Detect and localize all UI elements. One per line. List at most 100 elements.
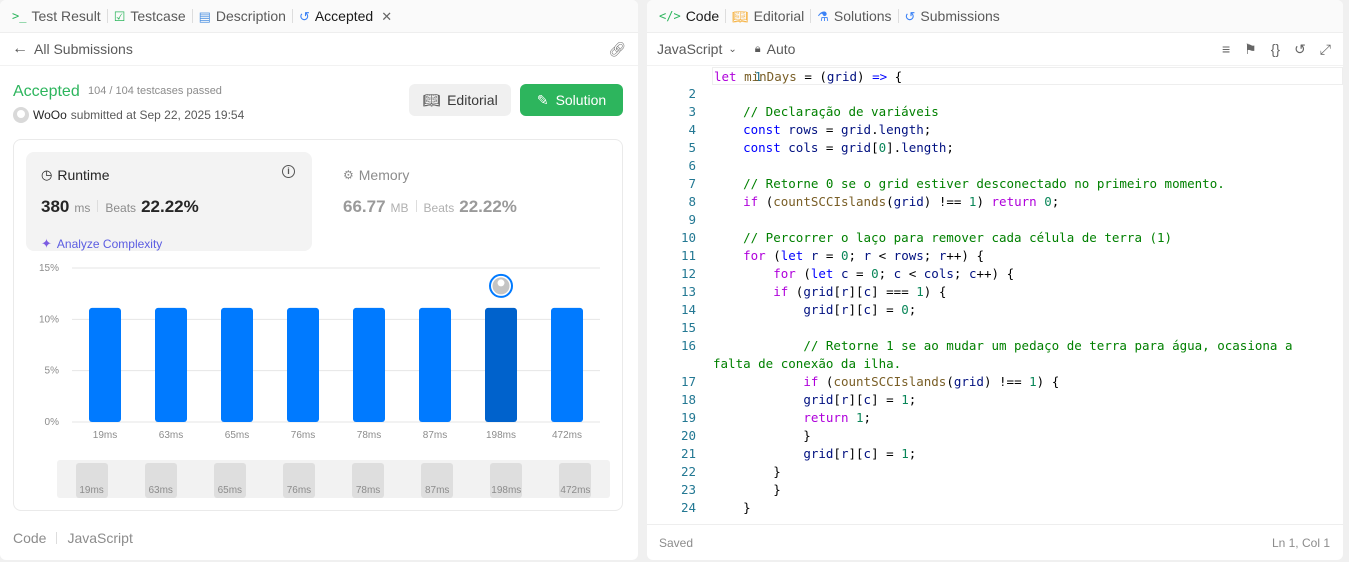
line-number: 10 (680, 230, 696, 245)
code-line: 6 (647, 157, 1343, 175)
tab-submissions[interactable]: ↺ Submissions (899, 8, 1006, 24)
expand-icon[interactable]: ⤢ (1320, 41, 1331, 58)
info-icon[interactable]: i (282, 165, 295, 178)
memory-value-row: 66.77 MB Beats 22.22% (343, 197, 517, 217)
chart-bar[interactable] (485, 307, 517, 422)
check-square-icon: ☑ (113, 8, 126, 24)
memory-label-text: Memory (358, 167, 410, 183)
editor-actions: ≡ ⚑ {} ↺ ⤢ (1222, 41, 1331, 58)
runtime-label: ◷ Runtime (41, 167, 109, 183)
chart-bar[interactable] (353, 307, 385, 422)
runtime-box[interactable]: ◷ Runtime i 380 ms Beats 22.22% ✦ Analyz… (26, 152, 312, 251)
left-footer: Code JavaScript (13, 530, 133, 546)
navigator-label: 198ms (491, 485, 522, 496)
line-number: 16 (680, 338, 696, 353)
tab-accepted[interactable]: ↺ Accepted ✕ (293, 8, 398, 24)
language-select[interactable]: JavaScript ⌄ (657, 41, 737, 57)
code-line: 10 // Percorrer o laço para remover cada… (647, 229, 1343, 247)
close-icon[interactable]: ✕ (381, 10, 392, 23)
code-line: 18 grid[r][c] = 1; (647, 391, 1343, 409)
tab-description[interactable]: ▤ Description (193, 8, 292, 24)
line-number: 2 (688, 86, 696, 101)
code-line: 1 let minDays = (grid) => { (712, 67, 1343, 85)
mode-select[interactable]: 🔒︎ Auto (755, 41, 796, 57)
navigator-label: 63ms (148, 485, 173, 496)
tab-code[interactable]: </> Code (653, 8, 725, 24)
navigator-label: 76ms (286, 485, 312, 496)
chart-bar[interactable] (155, 307, 187, 422)
runtime-beats: 22.22% (141, 197, 199, 216)
code-line: 20 } (647, 427, 1343, 445)
line-number: 18 (680, 392, 696, 407)
code-line: 17 if (countSCCIslands(grid) !== 1) { (647, 373, 1343, 391)
navigator-label: 78ms (355, 485, 381, 496)
chart-bar[interactable] (419, 307, 451, 422)
reset-icon[interactable]: ↺ (1294, 41, 1306, 58)
x-tick-label: 472ms (552, 430, 582, 441)
right-tabbar: </> Code 📖︎ Editorial ⚗ Solutions ↺ Subm… (647, 0, 1343, 33)
line-number: 23 (680, 482, 696, 497)
line-number: 12 (680, 266, 696, 281)
code-line: 21 grid[r][c] = 1; (647, 445, 1343, 463)
code-text: // Percorrer o laço para remover cada cé… (743, 230, 1173, 245)
code-line: 3 // Declaração de variáveis (647, 103, 1343, 121)
code-line: 22 } (647, 463, 1343, 481)
code-line: 4 const rows = grid.length; (647, 121, 1343, 139)
divider (56, 532, 58, 544)
tab-label: Code (685, 8, 720, 24)
chart-range-navigator[interactable]: 19ms 63ms 65ms 76ms 78ms 87ms 198ms 472ms (57, 460, 610, 498)
submission-panel: >_ Test Result ☑ Testcase ▤ Description … (0, 0, 638, 560)
runtime-value: 380 (41, 197, 70, 216)
tab-label: Accepted (314, 8, 374, 24)
footer-language: JavaScript (67, 530, 133, 546)
code-line: 13 if (grid[r][c] === 1) { (647, 283, 1343, 301)
x-tick-label: 19ms (93, 430, 117, 441)
format-icon[interactable]: ≡ (1222, 41, 1230, 58)
flask-icon: ⚗ (817, 8, 829, 24)
tab-solutions[interactable]: ⚗ Solutions (811, 8, 897, 24)
code-line: 14 grid[r][c] = 0; (647, 301, 1343, 319)
chevron-down-icon: ⌄ (728, 43, 737, 55)
tab-label: Solutions (833, 8, 892, 24)
tab-label: Description (215, 8, 286, 24)
tab-test-result[interactable]: >_ Test Result (6, 8, 107, 24)
status-title: Accepted (13, 83, 80, 100)
braces-icon[interactable]: {} (1271, 41, 1280, 58)
code-line: 9 (647, 211, 1343, 229)
document-icon: ▤ (198, 8, 211, 24)
code-text: return 1; (803, 410, 872, 425)
code-text: for (let c = 0; c < cols; c++) { (773, 266, 1015, 281)
submission-subbar: ← All Submissions 🔗︎ (0, 33, 638, 66)
x-tick-label: 87ms (423, 430, 447, 441)
solution-button[interactable]: ✎ Solution (520, 84, 623, 116)
tab-label: Submissions (920, 8, 1000, 24)
y-tick-label: 5% (45, 366, 60, 377)
analyze-label: Analyze Complexity (56, 237, 163, 251)
line-number: 7 (688, 176, 696, 191)
username[interactable]: WoOo (33, 108, 67, 122)
memory-box[interactable]: ⚙ Memory 66.77 MB Beats 22.22% (328, 152, 614, 251)
book-icon: 📖︎ (732, 8, 749, 24)
analyze-complexity-link[interactable]: ✦ Analyze Complexity (41, 236, 162, 252)
all-submissions-link[interactable]: All Submissions (34, 41, 133, 57)
arrow-left-icon[interactable]: ← (12, 40, 28, 58)
mode-value: Auto (766, 41, 796, 57)
chart-bar[interactable] (221, 307, 253, 422)
save-status: Saved (659, 536, 694, 550)
tab-editorial[interactable]: 📖︎ Editorial (726, 8, 810, 24)
code-text: if (countSCCIslands(grid) !== 1) return … (743, 194, 1060, 209)
bookmark-icon[interactable]: ⚑ (1244, 41, 1257, 58)
history-icon: ↺ (298, 8, 310, 24)
chart-bar[interactable] (287, 307, 319, 422)
link-icon[interactable]: 🔗︎ (608, 41, 626, 58)
editorial-button[interactable]: 📖︎ Editorial (409, 84, 511, 116)
code-editor[interactable]: 1 let minDays = (grid) => { 2 3 // Declaraç… (647, 67, 1343, 517)
code-line: 15 (647, 319, 1343, 337)
x-tick-label: 63ms (159, 430, 183, 441)
avatar[interactable] (13, 107, 29, 123)
chart-bar[interactable] (89, 307, 121, 422)
lock-icon: 🔒︎ (754, 42, 761, 55)
code-text: grid[r][c] = 1; (803, 446, 917, 461)
tab-testcase[interactable]: ☑ Testcase (108, 8, 192, 24)
chart-bar[interactable] (551, 307, 583, 422)
